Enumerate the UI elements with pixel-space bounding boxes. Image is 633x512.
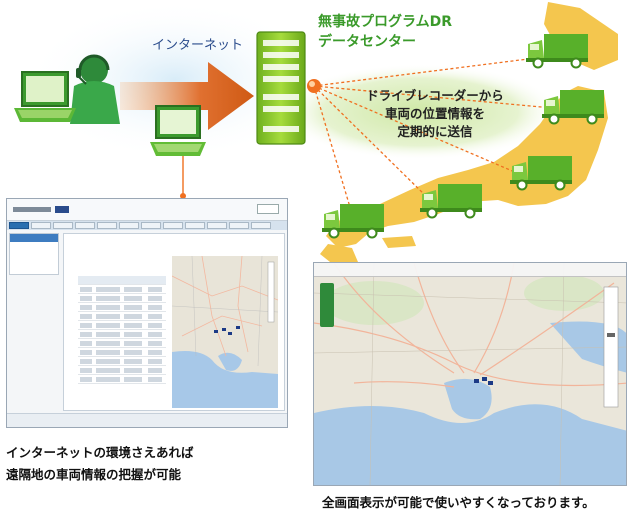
app-tab[interactable] <box>185 222 205 229</box>
caption-left-line: インターネットの環境さえあれば <box>6 445 194 460</box>
app-tab[interactable] <box>9 222 29 229</box>
caption-right: 全画面表示が可能で使いやすくなっております。 <box>322 495 595 510</box>
transmission-message: ドライブレコーダーから 車両の位置情報を 定期的に送信 <box>340 87 530 141</box>
internet-label: インターネット <box>152 38 244 53</box>
connector-line <box>180 156 186 199</box>
table-row[interactable] <box>78 339 166 348</box>
app-tab[interactable] <box>229 222 249 229</box>
headset-operator-icon <box>14 54 120 124</box>
app-title-graphic <box>13 205 73 217</box>
map-toolbar <box>314 263 626 277</box>
side-menu-tab[interactable] <box>320 283 334 327</box>
caption-left: インターネットの環境さえあれば 遠隔地の車両情報の把握が可能 <box>6 442 194 486</box>
truck-icon <box>526 34 588 69</box>
app-footer <box>7 413 287 427</box>
map-view-small[interactable] <box>172 256 278 408</box>
table-row[interactable] <box>78 312 166 321</box>
table-row[interactable] <box>78 375 166 384</box>
app-tab[interactable] <box>75 222 95 229</box>
app-screenshot-right <box>313 262 627 486</box>
table-row[interactable] <box>78 357 166 366</box>
truck-icon <box>322 204 384 239</box>
app-tab[interactable] <box>97 222 117 229</box>
app-screenshot-left <box>6 198 288 428</box>
data-center-title-line2: データセンター <box>318 34 416 50</box>
transmission-message-line: ドライブレコーダーから <box>366 88 504 103</box>
server-icon <box>256 31 306 145</box>
truck-icon <box>542 90 604 125</box>
laptop-icon <box>150 105 206 156</box>
vehicle-table <box>78 276 166 396</box>
app-tab[interactable] <box>251 222 271 229</box>
table-row[interactable] <box>78 321 166 330</box>
table-row[interactable] <box>78 303 166 312</box>
app-tab[interactable] <box>207 222 227 229</box>
table-row[interactable] <box>78 366 166 375</box>
table-row[interactable] <box>78 294 166 303</box>
transmission-message-line: 車両の位置情報を <box>384 106 485 121</box>
truck-icon <box>420 184 482 219</box>
data-center-title-line1: 無事故プログラムDR <box>318 14 452 30</box>
table-row[interactable] <box>78 348 166 357</box>
logout-button[interactable] <box>257 204 279 214</box>
truck-icon <box>510 156 572 191</box>
app-tab[interactable] <box>53 222 73 229</box>
app-tab[interactable] <box>119 222 139 229</box>
app-tabbar <box>7 221 287 230</box>
app-tab[interactable] <box>141 222 161 229</box>
caption-left-line: 遠隔地の車両情報の把握が可能 <box>6 467 182 482</box>
vehicle-panel <box>63 233 285 411</box>
transmission-message-line: 定期的に送信 <box>397 124 473 139</box>
table-row[interactable] <box>78 285 166 294</box>
app-tab[interactable] <box>31 222 51 229</box>
table-header-row <box>78 276 166 285</box>
app-tab[interactable] <box>163 222 183 229</box>
map-view-fullscreen[interactable] <box>314 263 627 486</box>
group-sidebar <box>9 233 59 275</box>
table-row[interactable] <box>78 330 166 339</box>
data-center-title: 無事故プログラムDR データセンター <box>318 12 452 52</box>
app-header <box>7 199 287 221</box>
